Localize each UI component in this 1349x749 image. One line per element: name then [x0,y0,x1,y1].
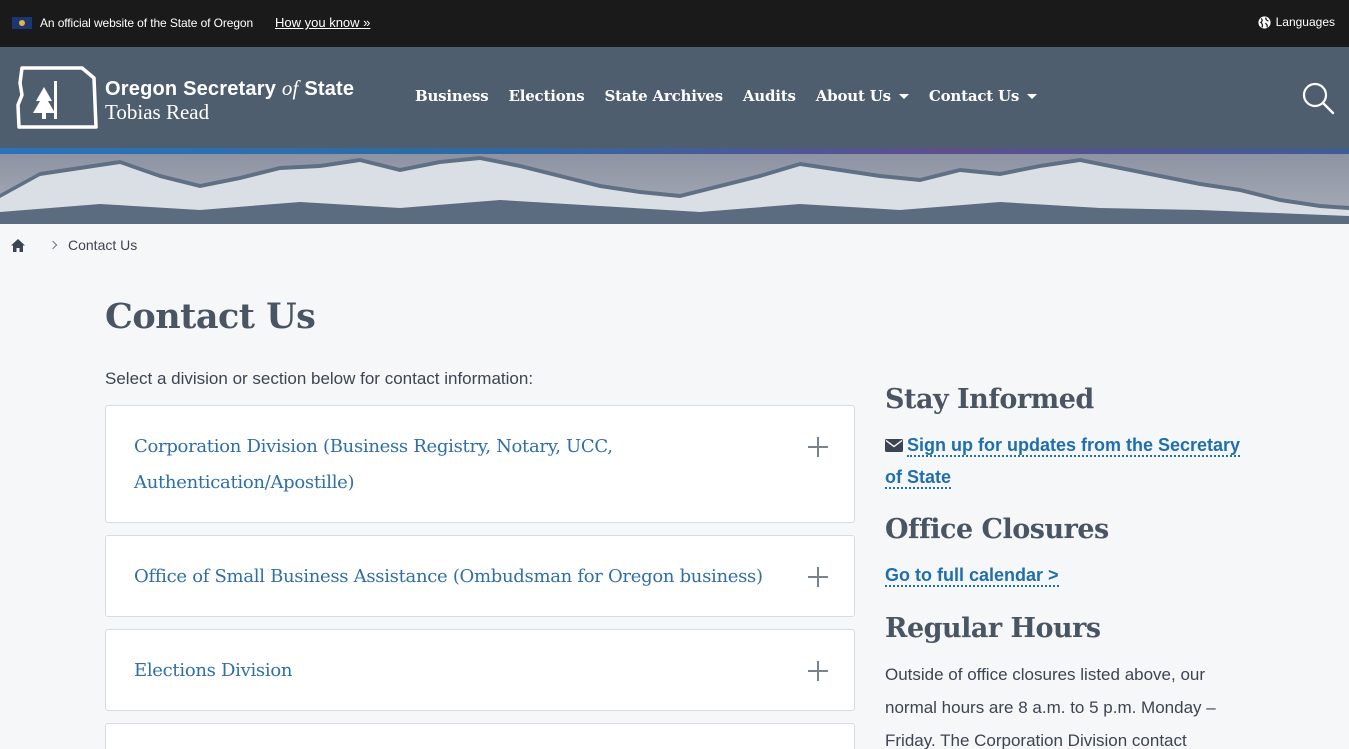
office-closures-heading: Office Closures [885,514,1109,545]
signup-link-text: of State [885,467,952,489]
site-header: Oregon Secretary of State Tobias Read Bu… [0,47,1349,148]
chevron-down-icon [898,93,909,99]
official-website-text: An official website of the State of Oreg… [40,16,254,30]
nav-about-us[interactable]: About Us [816,87,909,105]
brand-title[interactable]: Oregon Secretary of State [105,76,354,101]
mountain-banner-image [0,154,1349,224]
official-banner: An official website of the State of Oreg… [0,0,1349,47]
nav-label: State Archives [604,87,723,105]
nav-label: About Us [815,87,891,105]
nav-business[interactable]: Business [415,87,489,105]
intro-text: Select a division or section below for c… [105,369,534,388]
nav-label: Audits [742,87,796,105]
nav-audits[interactable]: Audits [743,87,796,105]
brand-title-part: Oregon Secretary [105,78,282,100]
plus-icon[interactable] [808,567,828,587]
home-icon[interactable] [10,238,26,253]
breadcrumb-current: Contact Us [68,237,138,253]
accordion-elections-division[interactable]: Elections Division [105,629,855,711]
page-title: Contact Us [105,296,316,337]
breadcrumb: Contact Us [10,237,137,253]
brand-title-of: of [281,76,299,100]
accordion-title: Elections Division [134,660,293,681]
nav-label: Contact Us [928,87,1020,105]
nav-label: Business [415,87,489,105]
languages-label: Languages [1275,15,1335,29]
brand-subtitle[interactable]: Tobias Read [105,100,209,125]
hours-text: Outside of office closures listed above,… [885,665,1216,749]
accordion-title-line: Authentication/Apostille) [134,472,355,493]
accordion-corporation-division[interactable]: Corporation Division (Business Registry,… [105,405,855,523]
nav-contact-us[interactable]: Contact Us [928,87,1038,105]
nav-label: Elections [508,87,585,105]
signup-updates-link[interactable]: Sign up for updates from the Secretary o… [885,429,1245,493]
main-nav: Business Elections State Archives Audits… [415,87,1057,105]
how-you-know-link[interactable]: How you know » [275,15,370,30]
nav-elections[interactable]: Elections [508,87,584,105]
plus-icon[interactable] [808,437,828,457]
full-calendar-link[interactable]: Go to full calendar > [885,559,1059,591]
regular-hours-heading: Regular Hours [885,613,1101,644]
signup-link-text: Sign up for updates from the Secretary [907,435,1241,457]
plus-icon[interactable] [808,661,828,681]
brand-title-part: State [298,78,355,100]
oregon-flag-icon [12,17,32,29]
envelope-icon [885,439,903,452]
search-icon[interactable] [1301,81,1335,115]
chevron-right-icon [48,240,58,250]
accordion-title: Corporation Division (Business Registry,… [134,429,613,501]
accordion-title: Office of Small Business Assistance (Omb… [134,566,763,587]
oregon-logo-icon[interactable] [16,65,100,131]
nav-state-archives[interactable]: State Archives [604,87,723,105]
calendar-link-text: Go to full calendar > [885,565,1059,587]
languages-button[interactable]: Languages [1258,15,1335,29]
accordion-title-line: Corporation Division (Business Registry,… [134,436,613,457]
accordion-small-business-assistance[interactable]: Office of Small Business Assistance (Omb… [105,535,855,617]
chevron-down-icon [1027,93,1038,99]
accordion-next[interactable] [105,723,855,749]
stay-informed-heading: Stay Informed [885,384,1094,415]
globe-icon [1258,15,1271,29]
